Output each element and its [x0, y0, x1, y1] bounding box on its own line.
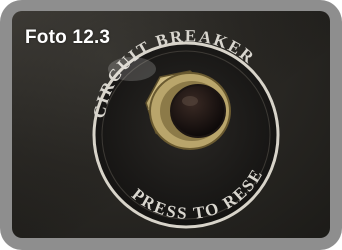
photo-caption: Foto 12.3: [25, 27, 111, 48]
reset-button: [170, 84, 226, 138]
circuit-breaker-photo: CIRCUIT BREAKER PRESS TO RESET Foto 12.3: [12, 11, 330, 238]
photo-frame: CIRCUIT BREAKER PRESS TO RESET Foto 12.3: [0, 0, 342, 250]
